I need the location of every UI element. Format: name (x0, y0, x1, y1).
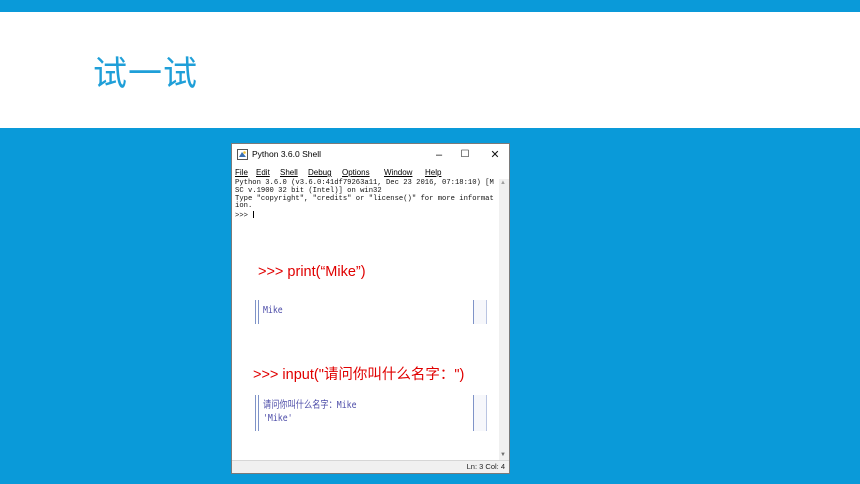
print-output-box: Mike (255, 298, 489, 326)
menu-file[interactable]: File (235, 166, 248, 179)
menu-options[interactable]: Options (342, 166, 370, 179)
cursor-position: Ln: 3 Col: 4 (466, 462, 505, 471)
maximize-button[interactable]: ☐ (454, 146, 476, 164)
output-box-right-bar (473, 300, 487, 324)
minimize-button[interactable]: – (428, 146, 450, 164)
menu-debug[interactable]: Debug (308, 166, 332, 179)
scroll-up-icon[interactable]: ▲ (500, 180, 506, 186)
shell-output: Python 3.6.0 (v3.6.0:41df79263a11, Dec 2… (235, 179, 497, 221)
top-accent-strip (0, 0, 860, 12)
text-cursor (253, 211, 255, 219)
menu-bar: File Edit Shell Debug Options Window Hel… (232, 166, 509, 179)
shell-banner: Python 3.6.0 (v3.6.0:41df79263a11, Dec 2… (235, 179, 494, 221)
slide-title: 试一试 (93, 54, 198, 94)
vertical-scrollbar[interactable]: ▲ ▼ (499, 179, 509, 460)
input-output-box: 请问你叫什么名字：Mike 'Mike' (255, 393, 489, 433)
output-box-left-bar (255, 300, 259, 324)
python-idle-icon (237, 149, 248, 160)
menu-shell[interactable]: Shell (280, 166, 298, 179)
menu-edit[interactable]: Edit (256, 166, 270, 179)
input-code-prompt: 请问你叫什么名字： (323, 367, 455, 383)
input-code-prefix: >>> input(" (253, 367, 324, 383)
print-example-code: >>> print(“Mike”) (258, 264, 366, 280)
close-button[interactable]: ✕ (484, 146, 506, 164)
status-bar: Ln: 3 Col: 4 (232, 460, 509, 473)
input-output-line1: 请问你叫什么名字：Mike (263, 400, 357, 411)
input-code-suffix: ") (454, 367, 465, 383)
window-titlebar[interactable]: Python 3.6.0 Shell – ☐ ✕ (232, 144, 509, 166)
output-box-left-bar (255, 395, 259, 431)
output-box-right-bar (473, 395, 487, 431)
input-example-code: >>> input("请问你叫什么名字：") (253, 363, 464, 384)
scroll-down-icon[interactable]: ▼ (500, 452, 506, 458)
menu-window[interactable]: Window (384, 166, 412, 179)
title-panel: 试一试 (0, 12, 860, 128)
input-output-line2: 'Mike' (263, 413, 293, 424)
menu-help[interactable]: Help (425, 166, 441, 179)
window-title: Python 3.6.0 Shell (252, 149, 321, 159)
print-output-text: Mike (263, 305, 283, 316)
